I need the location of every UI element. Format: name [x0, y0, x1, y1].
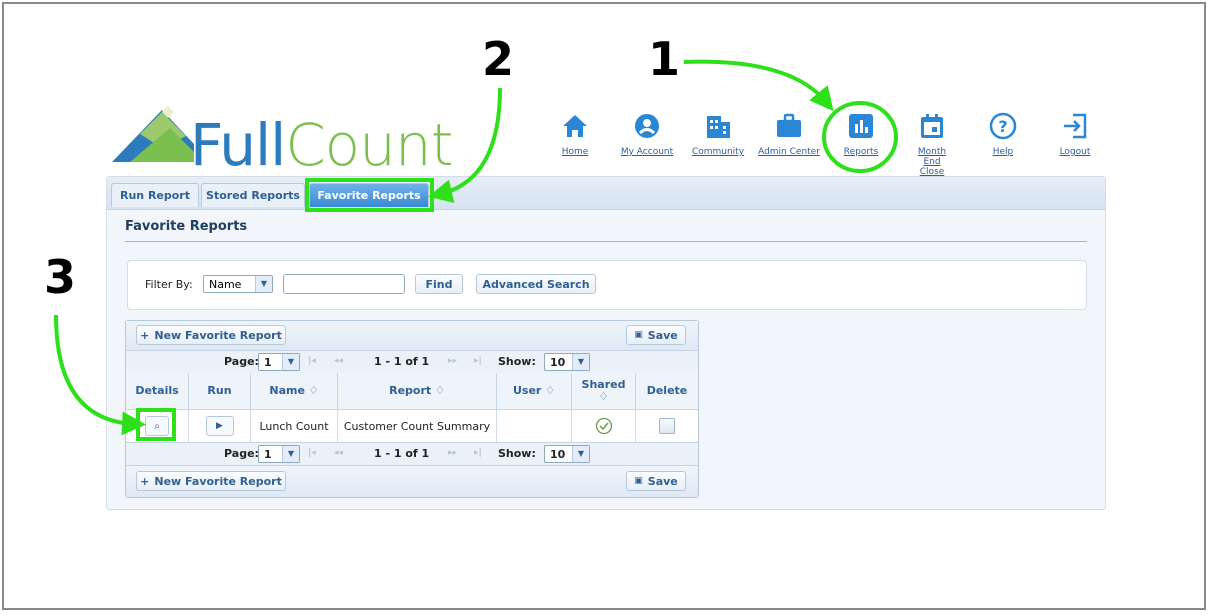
- favorite-tab-highlight-box: [305, 178, 434, 212]
- arrow-3: [54, 314, 146, 436]
- annotation-arrows: [54, 59, 898, 436]
- reports-highlight-circle: [822, 101, 898, 173]
- arrow-1: [683, 59, 834, 112]
- details-highlight-box: [136, 408, 176, 441]
- arrow-2: [428, 87, 502, 203]
